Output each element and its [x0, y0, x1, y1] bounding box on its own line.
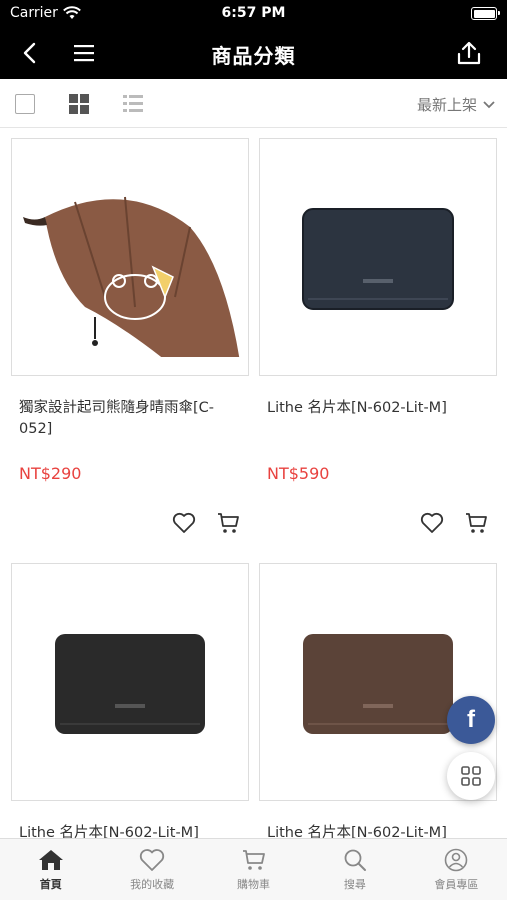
status-bar: Carrier 6:57 PM — [0, 0, 507, 28]
cart-icon — [242, 850, 265, 870]
search-icon — [344, 849, 366, 871]
favorite-button[interactable] — [419, 510, 445, 536]
cart-icon — [218, 513, 239, 533]
status-time: 6:57 PM — [221, 5, 286, 21]
sort-dropdown[interactable]: 最新上架 — [417, 94, 495, 115]
tab-cart[interactable]: 購物車 — [203, 839, 304, 900]
bottom-tab-bar: 首頁 我的收藏 購物車 搜尋 會員專區 — [0, 838, 507, 900]
tab-label: 購物車 — [237, 878, 271, 891]
tab-member[interactable]: 會員專區 — [406, 839, 507, 900]
tab-favorites[interactable]: 我的收藏 — [101, 839, 202, 900]
cart-icon — [466, 513, 487, 533]
grid-menu-icon — [461, 766, 481, 786]
product-image[interactable] — [11, 563, 249, 801]
tab-label: 搜尋 — [343, 878, 366, 891]
heart-icon — [172, 512, 196, 533]
facebook-button[interactable]: f — [447, 696, 495, 744]
page-title: 商品分類 — [211, 44, 296, 68]
wallet-image — [303, 634, 453, 734]
product-image[interactable] — [11, 138, 249, 376]
umbrella-image — [23, 196, 240, 357]
product-price: NT$290 — [19, 464, 82, 483]
add-to-cart-button[interactable] — [463, 510, 489, 536]
product-card: 獨家設計起司熊隨身晴雨傘[C-052] NT$290 — [11, 138, 249, 533]
facebook-icon: f — [467, 706, 475, 733]
grid-view-icon[interactable] — [68, 93, 90, 115]
top-bar: Carrier 6:57 PM 商品分類 — [0, 0, 507, 79]
product-card: Lithe 名片本[N-602-Lit-M] NT$590 — [259, 138, 497, 533]
product-name[interactable]: Lithe 名片本[N-602-Lit-M] — [259, 398, 497, 464]
product-name[interactable]: 獨家設計起司熊隨身晴雨傘[C-052] — [11, 398, 249, 464]
home-icon — [38, 850, 63, 870]
wallet-image — [55, 634, 205, 734]
add-to-cart-button[interactable] — [215, 510, 241, 536]
user-icon — [445, 848, 468, 872]
battery-icon — [471, 7, 500, 20]
select-checkbox[interactable] — [15, 94, 35, 114]
heart-icon — [139, 849, 165, 871]
product-image[interactable] — [259, 138, 497, 376]
share-icon — [457, 41, 481, 65]
tab-label: 會員專區 — [434, 878, 479, 891]
favorite-button[interactable] — [171, 510, 197, 536]
tab-search[interactable]: 搜尋 — [304, 839, 405, 900]
heart-icon — [420, 512, 444, 533]
product-price: NT$590 — [267, 464, 330, 483]
tab-label: 首頁 — [39, 878, 62, 891]
nav-row: 商品分類 — [0, 28, 507, 79]
share-button[interactable] — [454, 38, 484, 68]
view-toolbar: 最新上架 — [0, 79, 507, 128]
sort-label: 最新上架 — [416, 96, 477, 114]
tab-label: 我的收藏 — [130, 878, 175, 891]
quick-menu-button[interactable] — [447, 752, 495, 800]
tab-home[interactable]: 首頁 — [0, 839, 101, 900]
chevron-down-icon — [483, 100, 495, 108]
wallet-image — [302, 208, 454, 310]
list-view-icon[interactable] — [122, 93, 144, 115]
